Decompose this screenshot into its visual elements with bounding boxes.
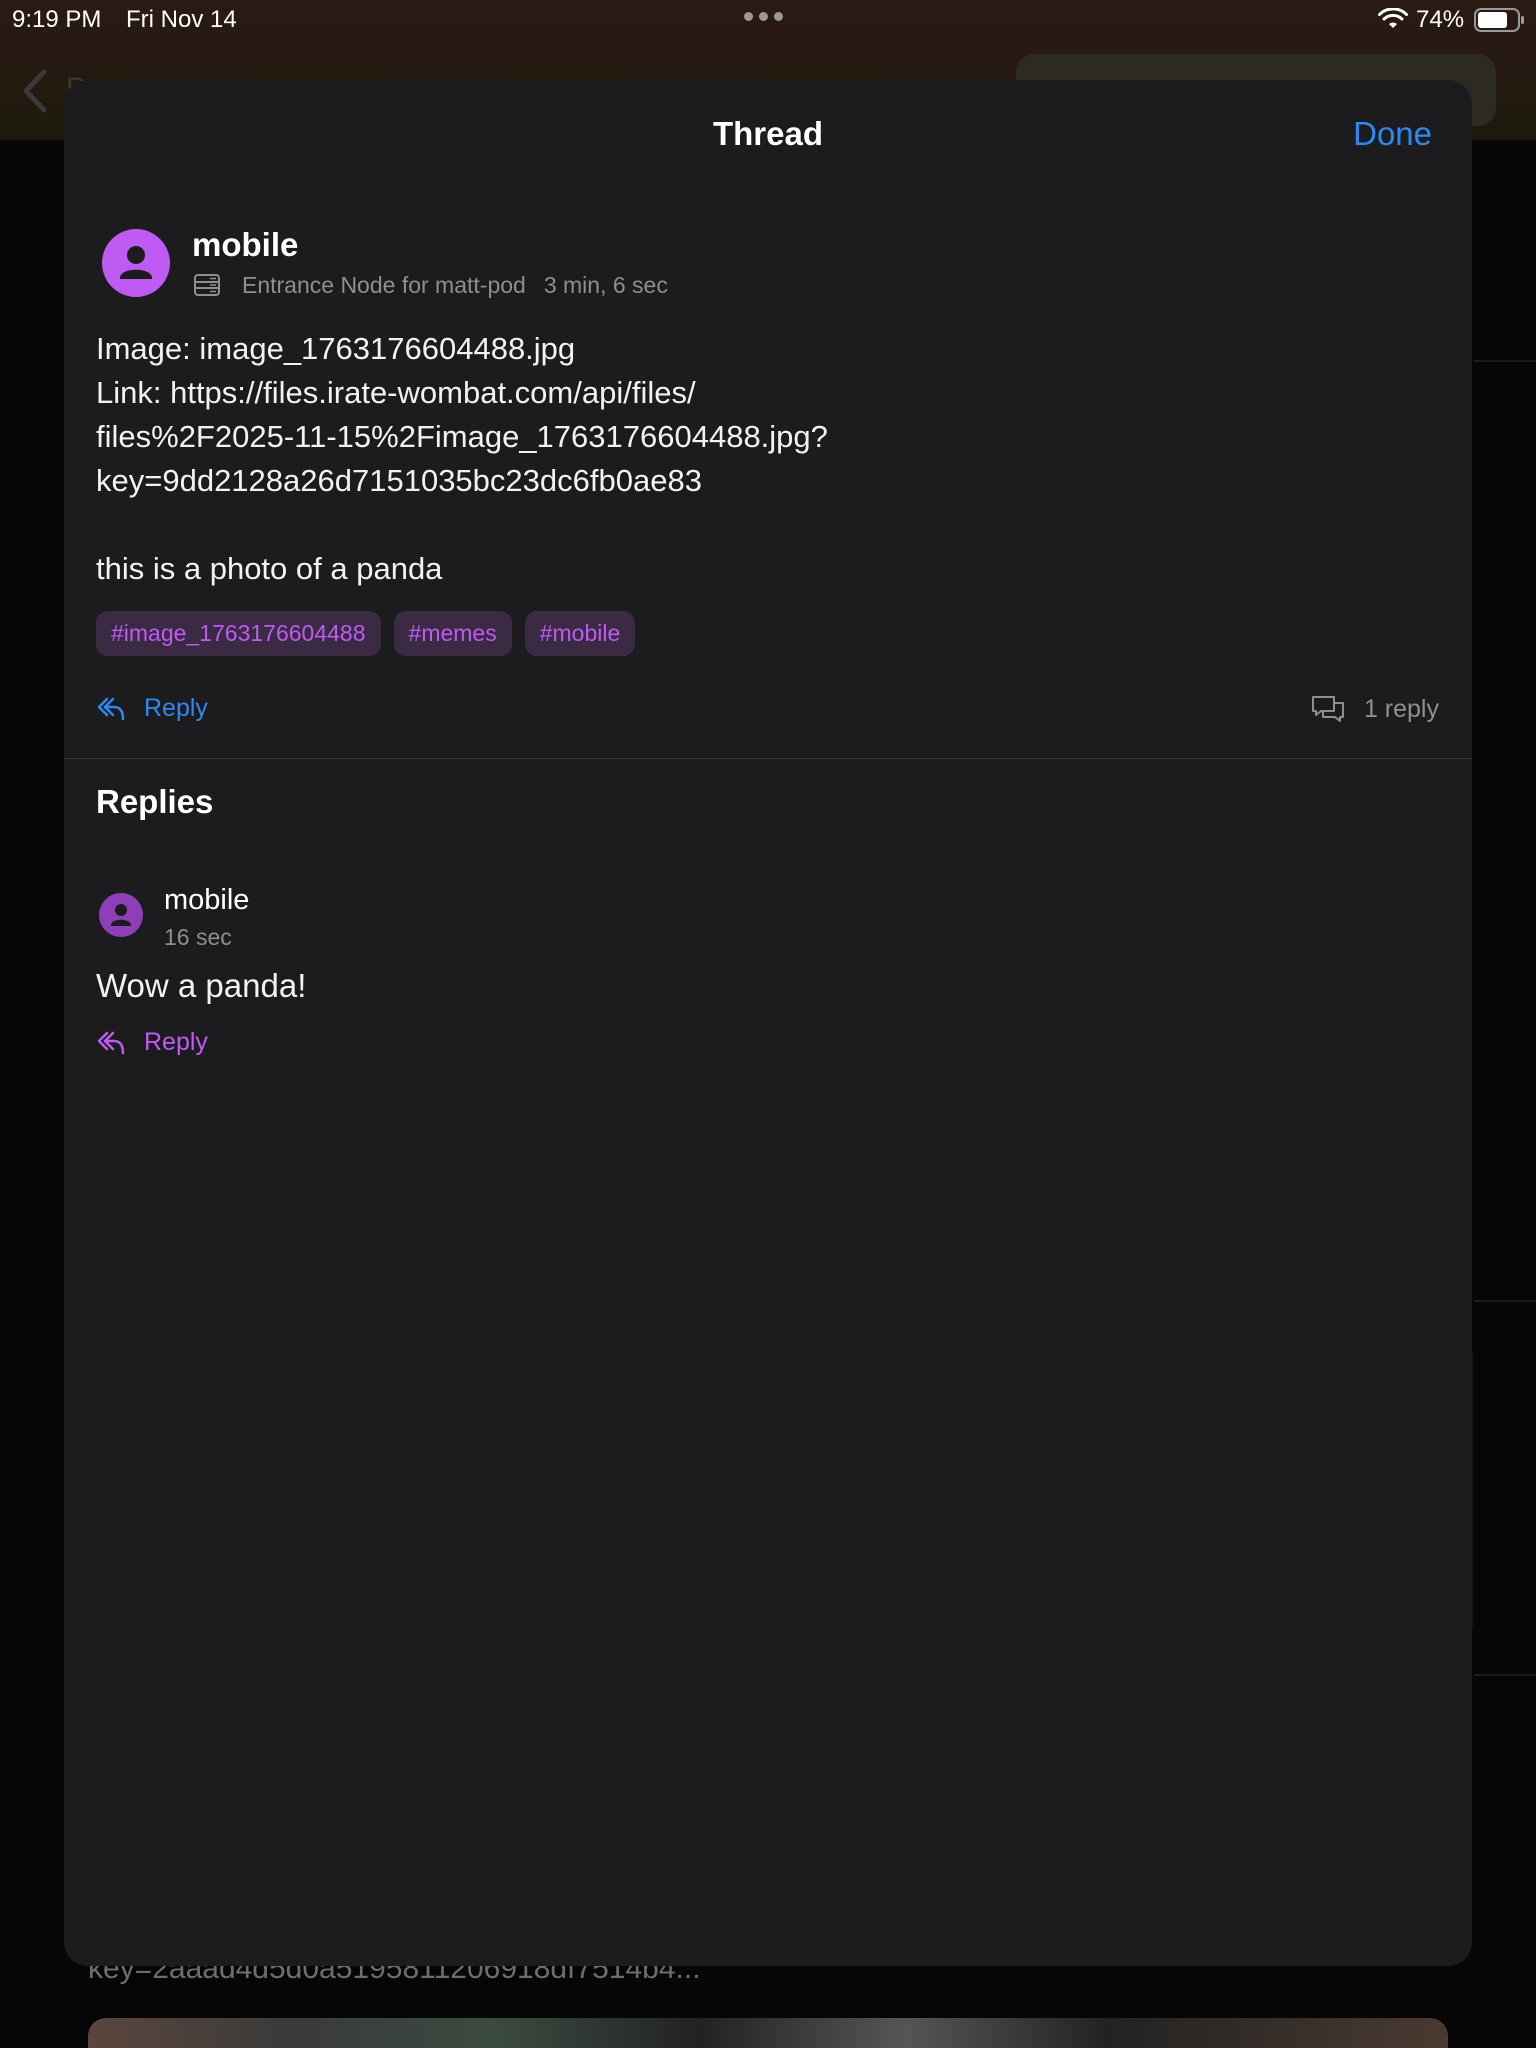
post-body-line: Image: image_1763176604488.jpg	[96, 331, 576, 366]
background-divider	[1474, 1674, 1536, 1676]
chat-bubbles-icon	[1311, 696, 1344, 722]
status-bar: 9:19 PM Fri Nov 14 74%	[0, 0, 1536, 40]
post-node: Entrance Node for matt-pod	[242, 272, 526, 298]
reply-button[interactable]: Reply	[96, 694, 208, 723]
tag-list: #image_1763176604488 #memes #mobile	[96, 611, 636, 656]
background-divider	[1474, 1300, 1536, 1302]
reply-to-reply-label: Reply	[144, 1028, 208, 1056]
post-body-line[interactable]: key=9dd2128a26d7151035bc23dc6fb0ae83	[96, 459, 1196, 503]
reply-time: 16 sec	[164, 924, 232, 950]
reply-button-label: Reply	[144, 694, 208, 722]
tag-chip[interactable]: #memes	[393, 611, 512, 656]
post-body-line[interactable]: files%2F2025-11-15%2Fimage_1763176604488…	[96, 415, 1196, 459]
wifi-icon	[1378, 8, 1408, 28]
reply-count-label: 1 reply	[1363, 694, 1439, 723]
reply-author[interactable]: mobile	[164, 884, 249, 917]
thread-sheet: Thread Done mobile Entrance Node for mat…	[64, 80, 1472, 1966]
sheet-title: Thread	[712, 115, 824, 152]
background-image-preview	[88, 2018, 1448, 2048]
reply-body: Wow a panda!	[96, 967, 307, 1004]
multitasking-dots-icon[interactable]	[744, 12, 783, 21]
status-time: 9:19 PM	[12, 6, 102, 33]
reply-to-reply-button[interactable]: Reply	[96, 1028, 208, 1057]
section-divider	[64, 758, 1472, 759]
post-author[interactable]: mobile	[192, 226, 298, 264]
status-date: Fri Nov 14	[126, 6, 237, 33]
post-caption: this is a photo of a panda	[96, 551, 443, 586]
post-time: 3 min, 6 sec	[543, 272, 668, 298]
done-button[interactable]: Done	[1353, 115, 1432, 153]
server-icon	[194, 274, 220, 296]
reply-arrow-icon	[97, 1031, 125, 1054]
replies-heading: Replies	[96, 783, 214, 820]
tag-chip[interactable]: #image_1763176604488	[96, 611, 381, 656]
tag-chip[interactable]: #mobile	[524, 611, 636, 656]
reply-count: 1 reply	[1310, 694, 1439, 724]
chevron-left-icon	[23, 69, 47, 113]
reply-arrow-icon	[97, 697, 125, 720]
person-icon[interactable]	[99, 893, 143, 937]
post-body: Image: image_1763176604488.jpg Link: htt…	[96, 327, 1196, 591]
post-meta: Entrance Node for matt-pod 3 min, 6 sec	[242, 272, 668, 299]
post-body-line[interactable]: Link: https://files.irate-wombat.com/api…	[96, 371, 1196, 415]
battery-percentage: 74%	[1416, 6, 1465, 33]
background-divider	[1474, 360, 1536, 362]
battery-icon	[1474, 8, 1524, 32]
person-icon[interactable]	[102, 229, 170, 297]
